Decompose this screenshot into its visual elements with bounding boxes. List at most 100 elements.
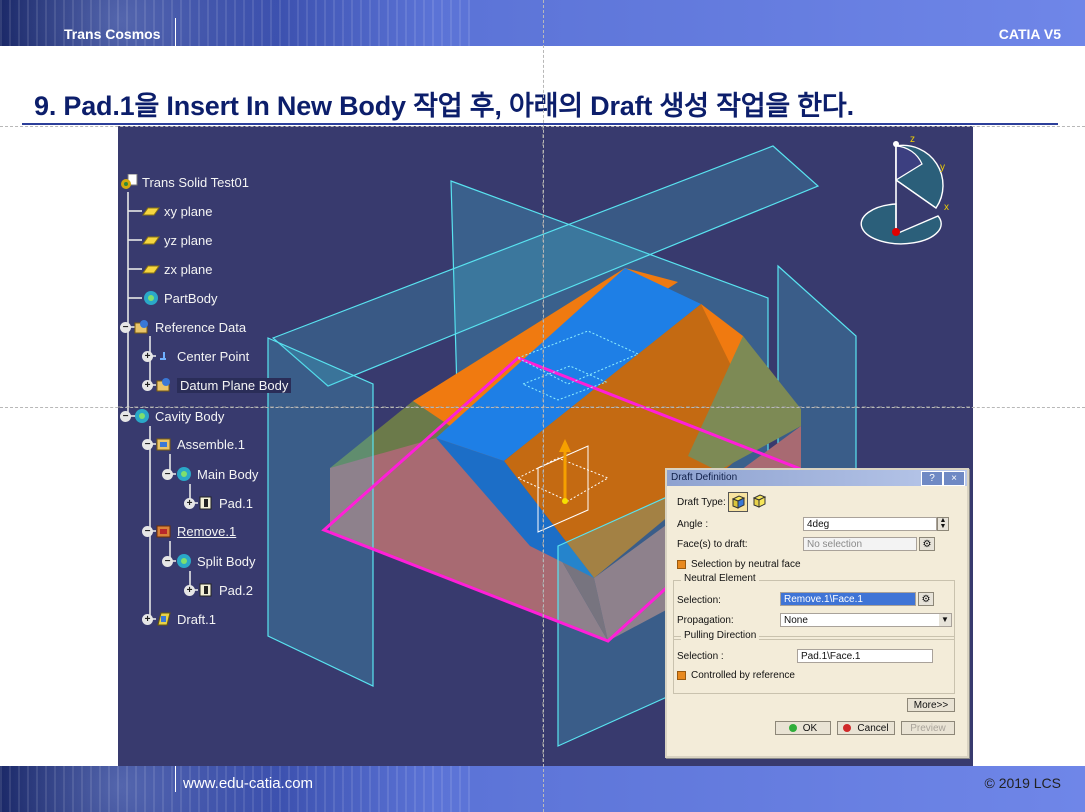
collapse-toggle[interactable]: − — [142, 525, 153, 537]
tree-item-pad2[interactable]: + Pad.2 — [184, 580, 253, 600]
catia-3d-viewport[interactable]: z y x Trans Solid Test01 xy plane yz pla… — [118, 126, 973, 766]
tree-item-zx-plane[interactable]: zx plane — [142, 259, 212, 279]
neutral-selection-icon[interactable]: ⚙ — [918, 592, 934, 606]
point-icon — [160, 352, 166, 360]
expand-toggle[interactable]: + — [184, 584, 195, 596]
pulling-selection-label: Selection : — [677, 651, 724, 662]
expand-toggle[interactable]: + — [142, 379, 153, 391]
neutral-selection-field[interactable]: Remove.1\Face.1 — [780, 592, 916, 606]
pulling-direction-legend: Pulling Direction — [681, 630, 760, 641]
slide-title: 9. Pad.1을 Insert In New Body 작업 후, 아래의 D… — [34, 91, 854, 121]
tree-item-partbody[interactable]: PartBody — [142, 288, 217, 308]
angle-spinner[interactable]: ▲ ▼ — [937, 517, 949, 531]
axis-compass[interactable]: z y x — [856, 134, 952, 254]
faces-label: Face(s) to draft: — [677, 539, 748, 550]
footer-copyright: © 2019 LCS — [984, 775, 1061, 791]
tree-item-assemble[interactable]: − Assemble.1 — [142, 434, 245, 454]
variable-draft-icon — [752, 494, 767, 508]
pulling-direction-group — [673, 636, 955, 694]
neutral-face-option-label: Selection by neutral face — [691, 559, 801, 570]
tree-item-label: Assemble.1 — [177, 436, 245, 452]
preview-button[interactable]: Preview — [901, 721, 955, 735]
tree-item-label: Center Point — [177, 348, 250, 364]
cube-icon — [731, 495, 746, 509]
neutral-element-legend: Neutral Element — [681, 573, 759, 584]
tree-item-label: Pad.2 — [219, 582, 253, 598]
pad-icon — [199, 496, 212, 510]
faces-to-draft-field[interactable]: No selection — [803, 537, 917, 551]
expand-toggle[interactable]: + — [142, 350, 153, 362]
pad-icon — [199, 583, 212, 597]
faces-selection-icon[interactable]: ⚙ — [919, 537, 935, 551]
help-button[interactable]: ? — [921, 471, 943, 486]
tree-item-reference-data[interactable]: − Reference Data — [120, 317, 246, 337]
controlled-by-reference-checkbox[interactable]: Controlled by reference — [677, 670, 795, 681]
part-document-icon — [121, 174, 138, 189]
geometrical-set-icon — [134, 320, 148, 334]
tree-item-label: Datum Plane Body — [177, 377, 292, 393]
close-button[interactable]: × — [943, 471, 965, 486]
dialog-title: Draft Definition — [671, 472, 738, 483]
cancel-label: Cancel — [857, 723, 889, 734]
collapse-toggle[interactable]: − — [120, 321, 131, 333]
tree-root-label: Trans Solid Test01 — [142, 174, 249, 190]
ok-button[interactable]: OK — [775, 721, 831, 735]
tree-item-datum-plane-body[interactable]: + Datum Plane Body — [142, 375, 292, 395]
neutral-face-checkbox[interactable]: Selection by neutral face — [677, 559, 801, 570]
neutral-selection-label: Selection: — [677, 595, 721, 606]
more-button[interactable]: More>> — [907, 698, 955, 712]
propagation-dropdown[interactable]: None ▼ — [780, 613, 952, 627]
tree-item-main-body[interactable]: − Main Body — [162, 464, 258, 484]
draft-type-constant-button[interactable] — [728, 492, 748, 512]
specification-tree: Trans Solid Test01 xy plane yz plane zx … — [118, 126, 438, 646]
tree-item-draft1[interactable]: + Draft.1 — [142, 609, 216, 629]
product-name: CATIA V5 — [998, 26, 1061, 42]
header-divider — [175, 18, 176, 46]
cancel-button[interactable]: Cancel — [837, 721, 895, 735]
collapse-toggle[interactable]: − — [142, 438, 153, 450]
tree-item-label: Split Body — [197, 553, 256, 569]
tree-item-label: Cavity Body — [155, 408, 225, 424]
tree-item-remove[interactable]: − Remove.1 — [142, 521, 236, 541]
collapse-toggle[interactable]: − — [162, 555, 173, 567]
body-gear-icon — [135, 409, 149, 423]
tree-item-split-body[interactable]: − Split Body — [162, 551, 256, 571]
expand-toggle[interactable]: + — [142, 613, 153, 625]
tree-item-label: Remove.1 — [177, 523, 237, 539]
angle-label: Angle : — [677, 519, 709, 530]
compass-icon — [860, 141, 944, 245]
tree-item-label: Reference Data — [155, 319, 247, 335]
body-gear-icon — [177, 554, 191, 568]
draft-definition-dialog: Draft Definition ? × Draft Type: Angle :… — [665, 468, 969, 758]
expand-toggle[interactable]: + — [184, 497, 195, 509]
tree-item-label: PartBody — [164, 290, 218, 306]
pulling-selection-field[interactable]: Pad.1\Face.1 — [797, 649, 933, 663]
chevron-down-icon[interactable]: ▼ — [939, 614, 951, 626]
tree-item-label: zx plane — [164, 261, 213, 277]
collapse-toggle[interactable]: − — [162, 468, 173, 480]
tree-root[interactable]: Trans Solid Test01 — [120, 172, 249, 192]
dialog-titlebar[interactable]: Draft Definition ? × — [667, 470, 967, 486]
controlled-option-label: Controlled by reference — [691, 670, 795, 681]
draft-type-row: Draft Type: — [677, 497, 726, 508]
draft-type-variable-button[interactable] — [750, 492, 768, 510]
tree-item-pad1[interactable]: + Pad.1 — [184, 493, 253, 513]
assemble-icon — [156, 438, 171, 451]
body-gear-icon — [177, 467, 191, 481]
plane-icon — [142, 265, 160, 274]
tree-item-label: Draft.1 — [177, 611, 217, 627]
tree-item-label: yz plane — [164, 232, 213, 248]
ok-icon — [788, 724, 797, 733]
compass-z-label: z — [910, 134, 915, 145]
tree-item-cavity-body[interactable]: − Cavity Body — [120, 406, 224, 426]
collapse-toggle[interactable]: − — [120, 410, 131, 422]
brand-text: Trans Cosmos — [64, 26, 161, 42]
compass-y-label: y — [940, 162, 945, 173]
tree-item-xy-plane[interactable]: xy plane — [142, 201, 212, 221]
tree-item-center-point[interactable]: + Center Point — [142, 346, 249, 366]
ok-label: OK — [802, 723, 818, 734]
angle-input[interactable]: 4deg — [803, 517, 937, 531]
cancel-icon — [843, 724, 852, 733]
tree-item-yz-plane[interactable]: yz plane — [142, 230, 212, 250]
footer-url[interactable]: www.edu-catia.com — [183, 775, 313, 792]
